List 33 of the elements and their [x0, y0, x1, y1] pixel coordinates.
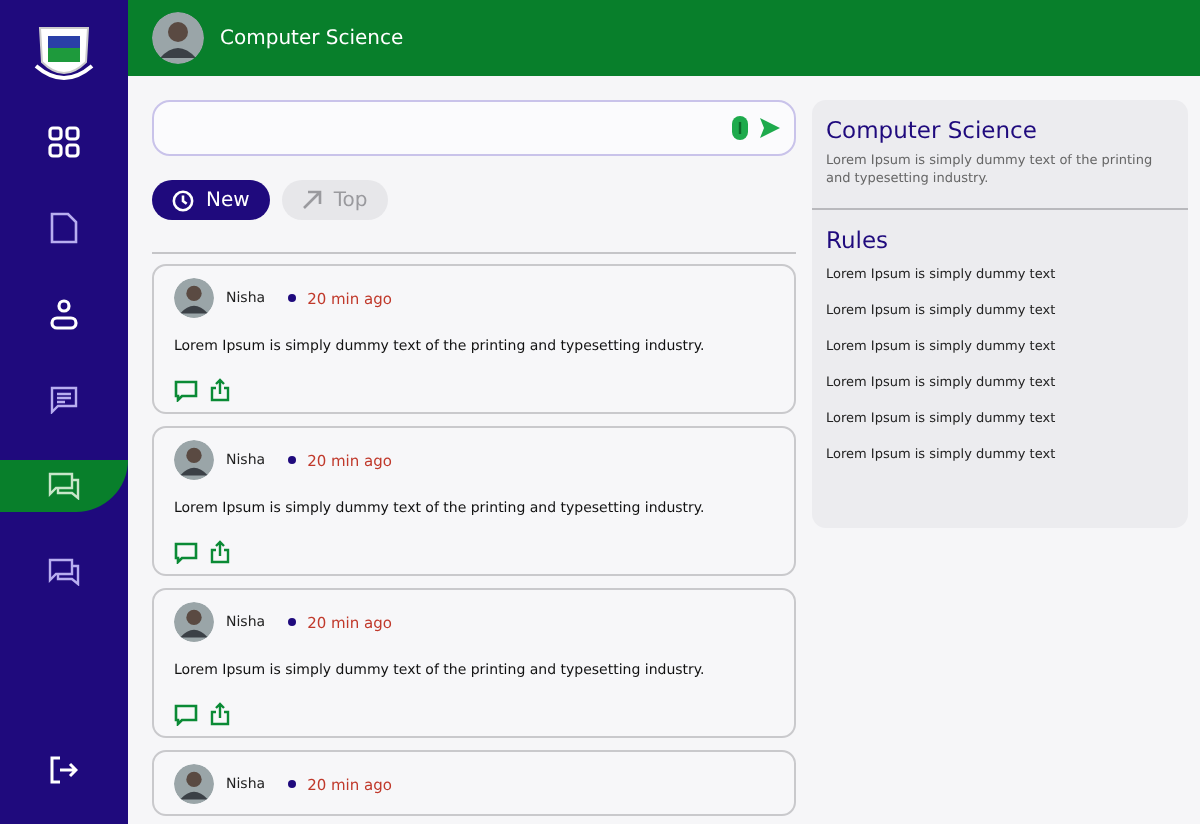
logout-icon[interactable] — [50, 756, 78, 784]
paperclip-icon[interactable] — [730, 114, 750, 142]
chat-icon — [48, 557, 80, 585]
dot-icon — [287, 618, 296, 626]
crest-logo — [34, 22, 94, 86]
avatar — [174, 764, 214, 804]
share-icon[interactable] — [210, 378, 230, 402]
share-icon[interactable] — [210, 702, 230, 726]
panel-title: Computer Science — [826, 116, 1039, 144]
nav-item[interactable] — [0, 459, 128, 511]
community-title: Computer Science — [220, 27, 404, 49]
grid-icon — [48, 125, 80, 157]
share-icon[interactable] — [210, 540, 230, 564]
document-icon — [50, 211, 78, 243]
avatar — [174, 440, 214, 480]
clock-icon — [172, 189, 194, 211]
avatar — [174, 602, 214, 642]
rules-title: Rules — [826, 226, 891, 255]
avatar — [174, 278, 214, 318]
user-icon — [50, 297, 78, 329]
post-input-field[interactable] — [152, 100, 796, 156]
comment-icon[interactable] — [174, 541, 198, 563]
avatar — [152, 12, 204, 64]
message-icon — [50, 385, 78, 413]
dot-icon — [287, 294, 296, 302]
comment-icon[interactable] — [174, 703, 198, 725]
chat-icon — [48, 471, 80, 499]
dot-icon — [287, 456, 296, 464]
comment-icon[interactable] — [174, 379, 198, 401]
arrow-icon — [301, 190, 322, 210]
sort-tab[interactable]: New — [152, 180, 270, 220]
dot-icon — [287, 780, 296, 788]
send-icon[interactable] — [758, 116, 782, 140]
